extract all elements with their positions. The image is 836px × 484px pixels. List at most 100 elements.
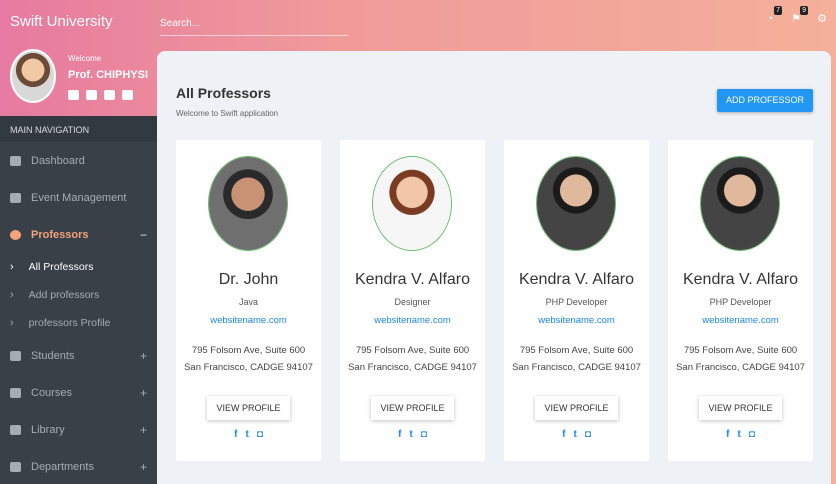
sidebar-item-professors[interactable]: Professors − <box>0 216 157 253</box>
professor-address-line2: San Francisco, CADGE 94107 <box>184 362 313 373</box>
profile-actions <box>68 90 133 100</box>
professor-photo <box>536 156 616 251</box>
page-title: All Professors <box>176 85 271 101</box>
sidebar-item-students[interactable]: Students + <box>0 337 157 374</box>
expand-icon[interactable]: + <box>140 460 147 474</box>
sidebar-item-label: Dashboard <box>31 154 85 167</box>
expand-icon[interactable]: + <box>140 349 147 363</box>
gear-icon[interactable]: ⚙ <box>816 12 828 26</box>
professor-address-line1: 795 Folsom Ave, Suite 600 <box>191 345 306 356</box>
chevron-right-icon: › <box>10 261 14 273</box>
twitter-icon[interactable]: t <box>573 429 576 440</box>
user-name: Prof. CHIPHYSI <box>68 69 149 81</box>
professor-address-line1: 795 Folsom Ave, Suite 600 <box>683 345 798 356</box>
sidebar-item-label: Courses <box>31 386 72 399</box>
sidebar-item-label: Students <box>31 349 75 362</box>
expand-icon[interactable]: + <box>140 386 147 400</box>
professor-name: Kendra V. Alfaro <box>682 271 799 288</box>
settings-icon[interactable] <box>104 90 115 100</box>
professor-role: PHP Developer <box>709 297 772 307</box>
sidebar-item-courses[interactable]: Courses + <box>0 374 157 411</box>
sidebar-subitem-professors-profile[interactable]: › professors Profile <box>0 309 157 337</box>
view-profile-button[interactable]: VIEW PROFILE <box>371 396 454 420</box>
sidebar-item-departments[interactable]: Departments + <box>0 448 157 484</box>
sidebar-item-label: Event Management <box>31 191 127 204</box>
professor-role: Designer <box>394 297 431 307</box>
social-links: f t ◘ <box>504 429 649 440</box>
page-subtitle: Welcome to Swift application <box>176 109 279 118</box>
professor-website-link[interactable]: websitename.com <box>340 315 485 326</box>
expand-icon[interactable]: + <box>140 423 147 437</box>
professor-address-line1: 795 Folsom Ave, Suite 600 <box>519 345 634 356</box>
user-icon[interactable] <box>86 90 97 100</box>
professor-card: Kendra V. Alfaro Designer websitename.co… <box>340 140 485 461</box>
instagram-icon[interactable]: ◘ <box>421 429 427 440</box>
facebook-icon[interactable]: f <box>726 429 729 440</box>
professor-website-link[interactable]: websitename.com <box>504 315 649 326</box>
sidebar-item-label: Library <box>31 423 65 436</box>
sidebar-item-event-management[interactable]: Event Management <box>0 179 157 216</box>
professor-role: PHP Developer <box>545 297 608 307</box>
top-icons: ◔ 7 ⚑ 9 ⚙ <box>764 6 828 26</box>
professor-address-line2: San Francisco, CADGE 94107 <box>512 362 641 373</box>
professor-address-line2: San Francisco, CADGE 94107 <box>676 362 805 373</box>
home-icon <box>10 155 21 166</box>
twitter-icon[interactable]: t <box>409 429 412 440</box>
facebook-icon[interactable]: f <box>234 429 237 440</box>
logout-icon[interactable] <box>122 90 133 100</box>
sidebar-item-label: Departments <box>31 460 94 473</box>
professor-name: Dr. John <box>218 271 279 288</box>
chevron-right-icon: › <box>10 317 14 329</box>
user-icon <box>10 229 21 240</box>
professor-photo <box>372 156 452 251</box>
instagram-icon[interactable]: ◘ <box>257 429 263 440</box>
professor-photo <box>700 156 780 251</box>
sidebar-subitem-all-professors[interactable]: › All Professors <box>0 253 157 281</box>
calendar-icon <box>10 192 21 203</box>
professor-address-line2: San Francisco, CADGE 94107 <box>348 362 477 373</box>
chevron-right-icon: › <box>10 289 14 301</box>
facebook-icon[interactable]: f <box>562 429 565 440</box>
professor-name: Kendra V. Alfaro <box>354 271 471 288</box>
social-links: f t ◘ <box>340 429 485 440</box>
search-input[interactable]: Search... <box>160 14 348 36</box>
graduation-cap-icon <box>10 387 21 398</box>
sidebar-subitem-add-professors[interactable]: › Add professors <box>0 281 157 309</box>
user-profile: Welcome Prof. CHIPHYSI <box>0 44 157 116</box>
sidebar-subitem-label: All Professors <box>28 261 94 273</box>
twitter-icon[interactable]: t <box>737 429 740 440</box>
building-icon <box>10 461 21 472</box>
users-icon <box>10 350 21 361</box>
professor-website-link[interactable]: websitename.com <box>668 315 813 326</box>
main-panel: All Professors Welcome to Swift applicat… <box>157 51 831 484</box>
professor-card: Kendra V. Alfaro PHP Developer websitena… <box>504 140 649 461</box>
facebook-icon[interactable]: f <box>398 429 401 440</box>
sidebar-item-dashboard[interactable]: Dashboard <box>0 142 157 179</box>
collapse-icon[interactable]: − <box>140 228 147 242</box>
brand-title[interactable]: Swift University <box>10 13 113 30</box>
professor-name: Kendra V. Alfaro <box>518 271 635 288</box>
view-profile-button[interactable]: VIEW PROFILE <box>535 396 618 420</box>
twitter-icon[interactable]: t <box>245 429 248 440</box>
view-profile-button[interactable]: VIEW PROFILE <box>699 396 782 420</box>
instagram-icon[interactable]: ◘ <box>749 429 755 440</box>
social-links: f t ◘ <box>668 429 813 440</box>
flag-icon[interactable]: ⚑ 9 <box>790 6 808 26</box>
add-professor-button[interactable]: ADD PROFESSOR <box>717 89 813 112</box>
instagram-icon[interactable]: ◘ <box>585 429 591 440</box>
mail-icon[interactable] <box>68 90 79 100</box>
professor-card: Dr. John Java websitename.com 795 Folsom… <box>176 140 321 461</box>
notification-badge: 7 <box>774 6 782 15</box>
social-links: f t ◘ <box>176 429 321 440</box>
professor-role: Java <box>238 297 258 307</box>
sidebar: MAIN NAVIGATION Dashboard Event Manageme… <box>0 116 157 484</box>
avatar[interactable] <box>10 49 56 103</box>
professor-photo <box>208 156 288 251</box>
sidebar-item-library[interactable]: Library + <box>0 411 157 448</box>
professor-address-line1: 795 Folsom Ave, Suite 600 <box>355 345 470 356</box>
view-profile-button[interactable]: VIEW PROFILE <box>207 396 290 420</box>
bell-icon[interactable]: ◔ 7 <box>764 6 782 26</box>
message-badge: 9 <box>800 6 808 15</box>
professor-website-link[interactable]: websitename.com <box>176 315 321 326</box>
book-icon <box>10 424 21 435</box>
